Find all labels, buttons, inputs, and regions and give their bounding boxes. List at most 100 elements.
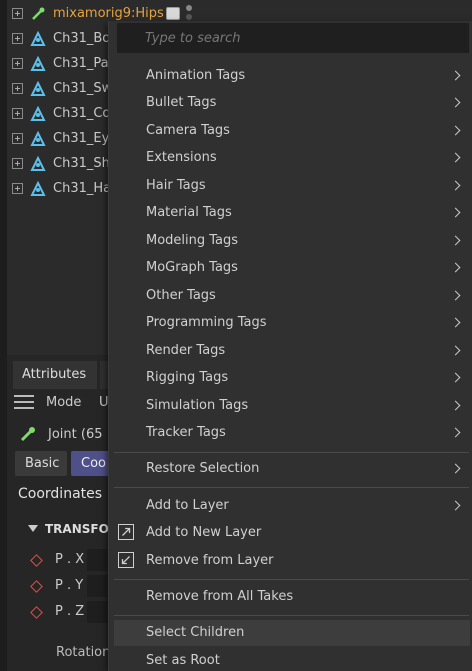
- polygon-object-icon: [30, 106, 46, 121]
- menu-item-label: Remove from All Takes: [146, 589, 294, 604]
- menu-item-mograph-tags[interactable]: MoGraph Tags: [114, 255, 470, 281]
- menu-item-label: Modeling Tags: [146, 233, 239, 248]
- transform-group[interactable]: TRANSFO: [28, 522, 109, 536]
- polygon-object-icon: [30, 56, 46, 71]
- keyframe-diamond-icon[interactable]: [30, 580, 43, 593]
- menu-item-label: MoGraph Tags: [146, 260, 238, 275]
- polygon-object-icon: [30, 156, 46, 171]
- rotation-label: Rotation: [56, 645, 111, 660]
- object-label: Joint (65: [48, 427, 103, 442]
- object-name: Ch31_Sh: [53, 156, 110, 171]
- menu-item-restore-selection[interactable]: Restore Selection: [114, 456, 470, 482]
- menu-item-animation-tags[interactable]: Animation Tags: [114, 63, 470, 89]
- collapse-triangle-icon[interactable]: [28, 525, 38, 532]
- submenu-arrow-icon: [450, 235, 461, 246]
- menu-item-label: Rigging Tags: [146, 370, 229, 385]
- menu-item-label: Hair Tags: [146, 178, 206, 193]
- submenu-arrow-icon: [450, 70, 461, 81]
- menu-item-rigging-tags[interactable]: Rigging Tags: [114, 365, 470, 391]
- expand-icon[interactable]: [12, 8, 23, 19]
- polygon-object-icon: [30, 131, 46, 146]
- menu-separator: [114, 487, 469, 488]
- menu-item-remove-from-all-takes[interactable]: Remove from All Takes: [114, 584, 470, 610]
- param-label: P . Z: [55, 604, 85, 619]
- tab-coordinates[interactable]: Coo: [71, 451, 111, 476]
- expand-icon[interactable]: [12, 133, 23, 144]
- param-label: P . Y: [55, 578, 84, 593]
- menu-item-simulation-tags[interactable]: Simulation Tags: [114, 393, 470, 419]
- menu-item-label: Material Tags: [146, 205, 232, 220]
- tab-basic[interactable]: Basic: [15, 451, 67, 476]
- context-menu: Animation Tags Bullet Tags Camera Tags E…: [108, 21, 472, 671]
- submenu-arrow-icon: [450, 400, 461, 411]
- keyframe-diamond-icon[interactable]: [30, 554, 43, 567]
- menu-item-label: Restore Selection: [146, 461, 260, 476]
- object-name: mixamorig9:Hips: [53, 6, 164, 21]
- submenu-arrow-icon: [450, 180, 461, 191]
- tab-attributes[interactable]: Attributes: [13, 361, 97, 389]
- expand-icon[interactable]: [12, 83, 23, 94]
- polygon-object-icon: [30, 81, 46, 96]
- menu-item-remove-from-layer[interactable]: Remove from Layer: [114, 548, 470, 574]
- menu-item-render-tags[interactable]: Render Tags: [114, 338, 470, 364]
- submenu-arrow-icon: [450, 317, 461, 328]
- menu-item-add-to-new-layer[interactable]: Add to New Layer: [114, 520, 470, 546]
- polygon-object-icon: [30, 181, 46, 196]
- menu-item-modeling-tags[interactable]: Modeling Tags: [114, 228, 470, 254]
- menu-item-label: Camera Tags: [146, 123, 230, 138]
- menu-item-bullet-tags[interactable]: Bullet Tags: [114, 90, 470, 116]
- expand-icon[interactable]: [12, 33, 23, 44]
- menu-item-label: Extensions: [146, 150, 217, 165]
- section-title: Coordinates: [18, 486, 103, 502]
- menu-item-label: Simulation Tags: [146, 398, 249, 413]
- expand-icon[interactable]: [12, 108, 23, 119]
- expand-icon[interactable]: [12, 58, 23, 69]
- menu-item-label: Tracker Tags: [146, 425, 226, 440]
- left-strip: [0, 0, 7, 355]
- submenu-arrow-icon: [450, 500, 461, 511]
- menu-item-label: Other Tags: [146, 288, 216, 303]
- keyframe-diamond-icon[interactable]: [30, 606, 43, 619]
- menu-icon[interactable]: [14, 395, 34, 411]
- menu-item-label: Set as Root: [146, 653, 220, 668]
- menu-item-hair-tags[interactable]: Hair Tags: [114, 173, 470, 199]
- menu-item-label: Add to Layer: [146, 498, 229, 513]
- submenu-arrow-icon: [450, 463, 461, 474]
- menu-item-material-tags[interactable]: Material Tags: [114, 200, 470, 226]
- joint-icon: [32, 7, 45, 20]
- submenu-arrow-icon: [450, 207, 461, 218]
- object-name: Ch31_Ey: [53, 131, 110, 146]
- submenu-arrow-icon: [450, 125, 461, 136]
- menu-separator: [114, 579, 469, 580]
- menu-item-label: Animation Tags: [146, 68, 246, 83]
- menu-item-programming-tags[interactable]: Programming Tags: [114, 310, 470, 336]
- joint-icon: [20, 427, 35, 442]
- menu-item-label: Bullet Tags: [146, 95, 217, 110]
- menu-item-extensions[interactable]: Extensions: [114, 145, 470, 171]
- submenu-arrow-icon: [450, 345, 461, 356]
- submenu-arrow-icon: [450, 97, 461, 108]
- menu-item-label: Add to New Layer: [146, 525, 262, 540]
- object-name: Ch31_Sw: [53, 81, 113, 96]
- menu-item-camera-tags[interactable]: Camera Tags: [114, 118, 470, 144]
- polygon-object-icon: [30, 31, 46, 46]
- left-strip: [0, 355, 7, 671]
- submenu-arrow-icon: [450, 290, 461, 301]
- add-layer-icon: [118, 524, 134, 540]
- menu-item-label: Remove from Layer: [146, 553, 274, 568]
- expand-icon[interactable]: [12, 158, 23, 169]
- submenu-arrow-icon: [450, 427, 461, 438]
- menu-item-set-as-root[interactable]: Set as Root: [114, 648, 470, 671]
- submenu-arrow-icon: [450, 372, 461, 383]
- search-input[interactable]: [117, 23, 469, 53]
- submenu-arrow-icon: [450, 262, 461, 273]
- object-name: Ch31_Bo: [53, 31, 111, 46]
- tag-checkbox[interactable]: [166, 7, 180, 20]
- expand-icon[interactable]: [12, 183, 23, 194]
- menu-item-tracker-tags[interactable]: Tracker Tags: [114, 420, 470, 446]
- menu-item-add-to-layer[interactable]: Add to Layer: [114, 493, 470, 519]
- menu-item-select-children[interactable]: Select Children: [114, 620, 470, 646]
- mode-menu[interactable]: Mode: [46, 395, 81, 410]
- menu-item-other-tags[interactable]: Other Tags: [114, 283, 470, 309]
- menu-item-label: Programming Tags: [146, 315, 267, 330]
